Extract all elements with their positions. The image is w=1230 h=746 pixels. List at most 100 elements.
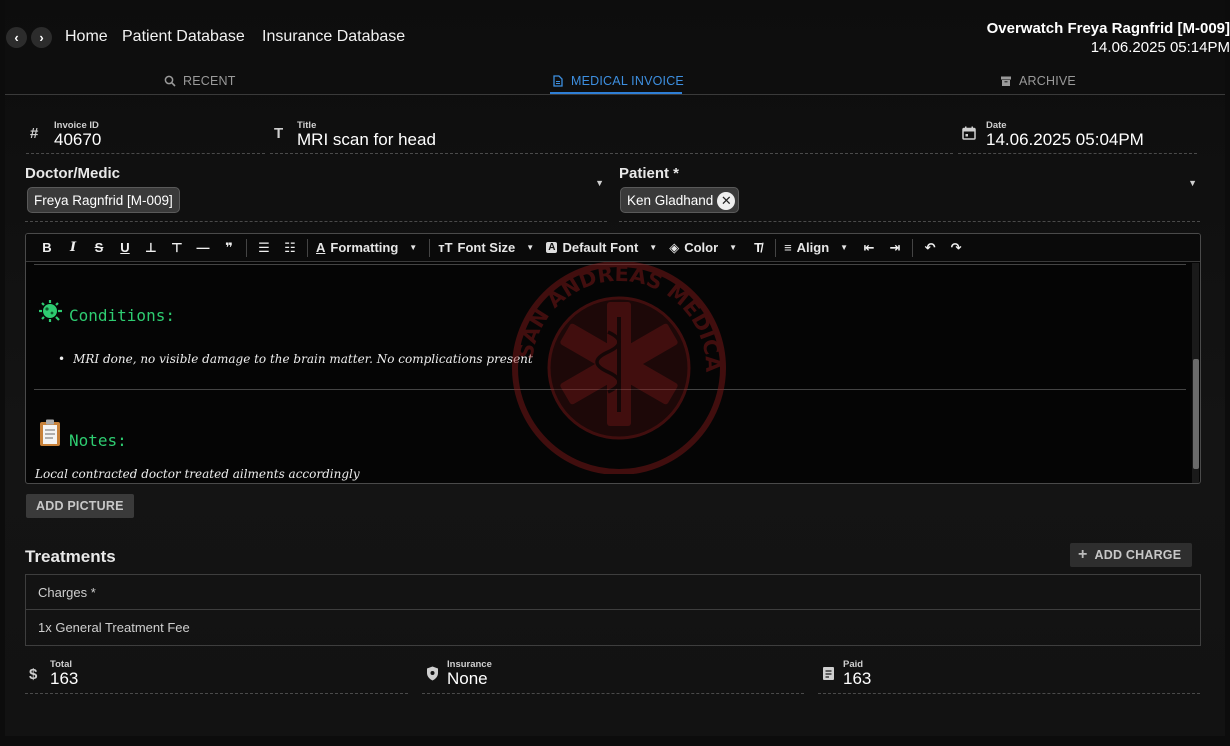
editor-scrollbar-thumb[interactable]	[1193, 359, 1199, 469]
treatments-title: Treatments	[25, 547, 116, 566]
insurance-value: None	[447, 669, 488, 688]
forward-button[interactable]: ›	[31, 27, 52, 48]
strikethrough-icon: S	[94, 240, 104, 255]
font-size-icon: ᴛT	[438, 240, 453, 255]
toolbar-separator	[307, 238, 308, 257]
outdent-icon: ⇤	[863, 239, 875, 255]
align-icon: ≡	[784, 240, 792, 255]
table-row[interactable]: 1x General Treatment Fee	[26, 611, 1200, 646]
horizontal-rule-icon: —	[196, 240, 210, 255]
toolbar-separator	[912, 238, 914, 257]
plus-icon: +	[1078, 546, 1088, 563]
italic-button[interactable]: I	[60, 237, 86, 259]
chevron-down-icon: ▼	[649, 243, 658, 252]
title-field[interactable]: T Title MRI scan for head	[270, 116, 953, 154]
tab-medical-invoice[interactable]: MEDICAL INVOICE	[552, 74, 684, 88]
insurance-field[interactable]: Insurance None	[422, 656, 804, 694]
quote-icon: ❞	[225, 239, 233, 255]
close-icon[interactable]: ✕	[717, 192, 736, 211]
bold-button[interactable]: B	[34, 237, 60, 259]
strikethrough-button[interactable]: S	[86, 237, 112, 259]
chevron-down-icon[interactable]: ▼	[595, 178, 604, 188]
rich-text-editor[interactable]: B I S U ⊥ ⊤ — ❞ ☰ ☷ A Formatting ▼ ᴛT Font …	[25, 233, 1201, 484]
numbered-list-icon: ☷	[284, 239, 296, 255]
chevron-down-icon: ▼	[526, 243, 535, 252]
nav-home-link[interactable]: Home	[65, 28, 108, 46]
text-format-icon: A	[316, 240, 326, 255]
invoice-id-field[interactable]: # Invoice ID 40670	[26, 116, 265, 154]
nav-insurance-database-link[interactable]: Insurance Database	[262, 28, 405, 46]
dollar-icon: $	[29, 666, 38, 683]
font-size-dropdown[interactable]: ᴛT Font Size ▼	[434, 240, 542, 255]
clear-format-button[interactable]: T̸	[745, 237, 771, 259]
back-button[interactable]: ‹	[6, 27, 27, 48]
horizontal-rule	[34, 389, 1186, 390]
underline-icon: U	[120, 240, 130, 255]
outdent-button[interactable]: ⇤	[856, 237, 882, 259]
font-family-dropdown[interactable]: A Default Font ▼	[542, 240, 665, 255]
user-name: Overwatch Freya Ragnfrid [M-009]	[986, 20, 1230, 37]
text-icon: T	[274, 125, 284, 142]
top-header: ‹ › Home Patient Database Insurance Data…	[0, 0, 1230, 96]
toolbar-separator	[246, 238, 247, 257]
hash-icon: #	[30, 125, 39, 142]
add-picture-button[interactable]: ADD PICTURE	[26, 494, 134, 518]
date-field[interactable]: Date 14.06.2025 05:04PM	[958, 116, 1197, 154]
horizontal-rule-button[interactable]: —	[190, 237, 216, 259]
superscript-icon: ⊤	[171, 239, 183, 255]
formatting-label: Formatting	[330, 240, 399, 255]
toolbar-separator	[775, 238, 777, 257]
patient-chip[interactable]: Ken Gladhand ✕	[620, 187, 740, 213]
nav-patient-database-link[interactable]: Patient Database	[122, 28, 245, 46]
redo-icon: ↷	[950, 239, 962, 255]
add-charge-button[interactable]: + ADD CHARGE	[1070, 543, 1193, 567]
indent-button[interactable]: ⇥	[882, 237, 908, 259]
undo-button[interactable]: ↶	[917, 237, 943, 259]
underline-button[interactable]: U	[112, 237, 138, 259]
virus-icon	[38, 299, 64, 327]
tab-archive[interactable]: ARCHIVE	[1000, 74, 1076, 88]
color-label: Color	[684, 240, 719, 255]
charges-table: Charges * 1x General Treatment Fee	[25, 574, 1201, 646]
undo-icon: ↶	[924, 239, 936, 255]
date-value: 14.06.2025 05:04PM	[986, 130, 1144, 149]
total-value: 163	[50, 669, 79, 688]
font-family-label: Default Font	[562, 240, 639, 255]
chevron-left-icon: ‹	[14, 30, 19, 45]
patient-label: Patient *	[619, 165, 680, 182]
notes-text: Local contracted doctor treated ailments…	[35, 467, 360, 481]
formatting-dropdown[interactable]: A Formatting ▼	[312, 240, 425, 255]
calendar-icon	[962, 126, 976, 144]
redo-button[interactable]: ↷	[943, 237, 969, 259]
doctor-chip[interactable]: Freya Ragnfrid [M-009]	[27, 187, 180, 213]
doctor-chip-label: Freya Ragnfrid [M-009]	[34, 193, 173, 208]
chevron-down-icon[interactable]: ▼	[1188, 178, 1197, 188]
add-charge-label: ADD CHARGE	[1094, 548, 1182, 562]
superscript-button[interactable]: ⊤	[164, 237, 190, 259]
paid-field[interactable]: Paid 163	[818, 656, 1200, 694]
color-dropdown[interactable]: ◈ Color ▼	[665, 240, 745, 256]
subscript-button[interactable]: ⊥	[138, 237, 164, 259]
chevron-down-icon: ▼	[729, 243, 738, 252]
tab-archive-label: ARCHIVE	[1019, 74, 1076, 88]
total-field[interactable]: $ Total 163	[25, 656, 408, 694]
chevron-down-icon: ▼	[840, 243, 849, 252]
tab-active-indicator	[550, 92, 682, 94]
patient-select[interactable]: Patient * Ken Gladhand ✕ ▼	[619, 162, 1200, 222]
doctor-select[interactable]: Doctor/Medic Freya Ragnfrid [M-009] ▼	[25, 162, 607, 222]
tab-recent-label: RECENT	[183, 74, 236, 88]
tab-recent[interactable]: RECENT	[164, 74, 236, 88]
bullet-list-button[interactable]: ☰	[251, 237, 277, 259]
horizontal-rule	[34, 264, 1186, 265]
title-value: MRI scan for head	[297, 130, 436, 149]
paint-bucket-icon: ◈	[669, 239, 680, 255]
editor-content[interactable]: Conditions: • MRI done, no visible damage…	[26, 263, 1192, 483]
chevron-right-icon: ›	[39, 30, 44, 45]
align-dropdown[interactable]: ≡ Align ▼	[780, 240, 856, 255]
document-icon	[553, 75, 563, 87]
indent-icon: ⇥	[889, 239, 901, 255]
toolbar-separator	[429, 238, 431, 257]
blockquote-button[interactable]: ❞	[216, 237, 242, 259]
numbered-list-button[interactable]: ☷	[277, 237, 303, 259]
conditions-item-text: MRI done, no visible damage to the brain…	[73, 352, 533, 366]
